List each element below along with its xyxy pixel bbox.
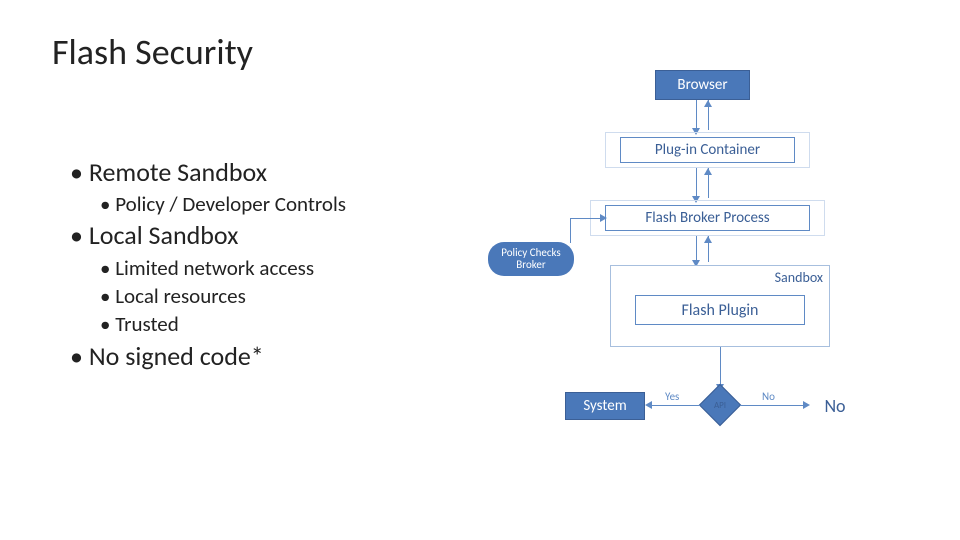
- policy-pill-line2: Broker: [516, 259, 545, 271]
- node-api-decision: API: [705, 390, 735, 420]
- bullet-trusted: Trusted: [100, 310, 346, 338]
- node-policy-checks-broker: Policy Checks Broker: [488, 242, 574, 276]
- slide-title: Flash Security: [52, 30, 253, 74]
- bullet-no-signed-code: No signed code*: [70, 339, 346, 374]
- node-flash-plugin: Flash Plugin: [635, 295, 805, 325]
- bullet-local-sandbox: Local Sandbox: [70, 218, 346, 253]
- edge-label-no: No: [762, 390, 775, 403]
- sandbox-label: Sandbox: [775, 269, 823, 286]
- bullet-remote-sandbox: Remote Sandbox: [70, 155, 346, 190]
- node-browser: Browser: [655, 70, 750, 100]
- flash-security-diagram: Browser Plug-in Container Flash Broker P…: [510, 70, 940, 490]
- bullet-local-resources: Local resources: [100, 282, 346, 310]
- bullet-policy-controls: Policy / Developer Controls: [100, 190, 346, 218]
- bullet-list: Remote Sandbox Policy / Developer Contro…: [70, 155, 346, 374]
- node-plugin-container: Plug-in Container: [620, 137, 795, 163]
- node-system: System: [565, 392, 645, 420]
- bullet-limited-network: Limited network access: [100, 254, 346, 282]
- node-flash-broker-process: Flash Broker Process: [605, 205, 810, 231]
- diamond-api-label: API: [705, 400, 735, 411]
- node-no: No: [810, 392, 860, 420]
- edge-label-yes: Yes: [665, 390, 679, 403]
